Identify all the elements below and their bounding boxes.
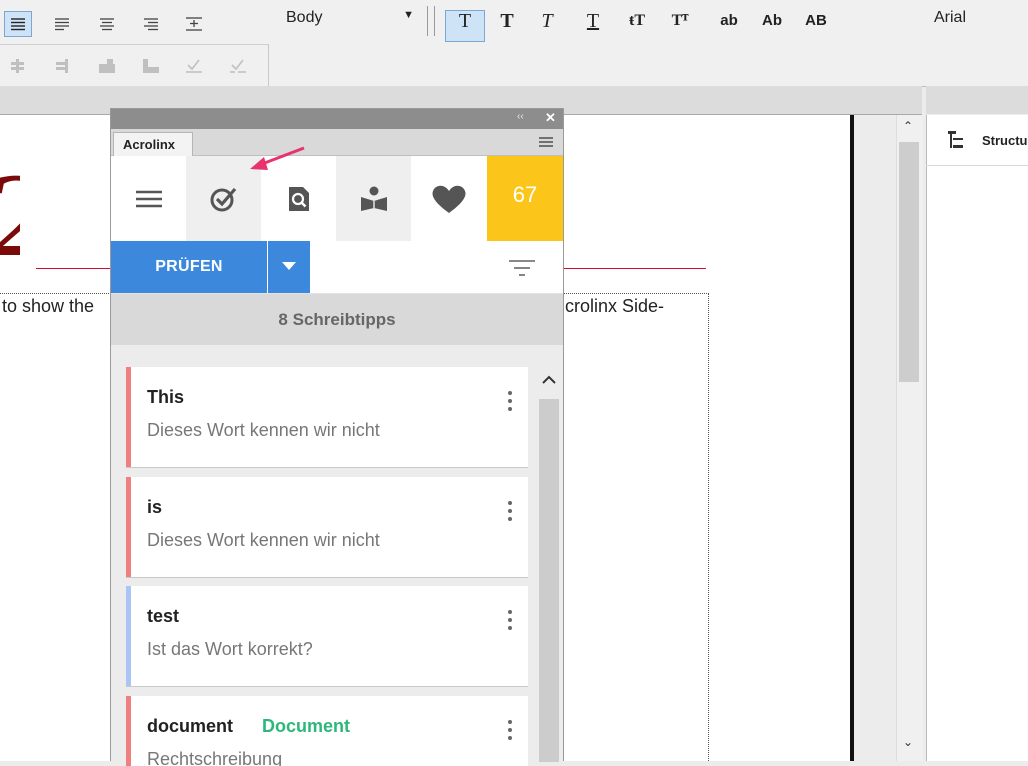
check-options-button[interactable] [268,241,310,293]
table-align-icon [4,53,32,79]
filter-icon[interactable] [509,259,535,280]
annotation-arrow-icon [250,146,305,170]
underline-button[interactable]: T [578,8,608,34]
tips-summary: 8 Schreibtipps [111,294,563,345]
cell-split-icon [137,53,165,79]
menu-icon [135,190,162,207]
tips-scrollbar-thumb[interactable] [539,399,559,762]
menu-button[interactable] [111,156,186,241]
tip-suggestion[interactable]: Document [262,716,350,737]
document-text[interactable]: crolinx Side- [565,296,664,317]
bold-button[interactable]: T [492,8,522,34]
acrolinx-icon-bar: 67 [111,156,563,241]
superscript-button[interactable]: Tᵀ [663,8,697,34]
lowercase-button[interactable]: ab [712,8,746,34]
font-family-select[interactable]: Arial [918,6,1028,30]
page-edge [850,115,854,761]
scroll-up-icon[interactable]: ⌃ [903,119,913,133]
collapse-icon[interactable]: ‹‹ [517,111,524,122]
score-badge[interactable]: 67 [487,156,563,241]
document-search-icon [288,186,309,211]
capitalize-button[interactable]: Ab [755,8,789,34]
divider [926,165,1028,166]
overline-button[interactable]: ŧT [620,8,654,34]
align-right-icon [144,18,158,31]
align-decimal-icon [186,17,202,31]
align-left-button[interactable] [4,11,32,37]
tip-description: Dieses Wort kennen wir nicht [147,530,380,550]
font-family-value: Arial [934,9,967,26]
structure-icon [948,131,963,148]
tip-title: test [147,606,180,626]
tip-card[interactable]: This Dieses Wort kennen wir nicht [126,367,528,467]
right-panel-header-strip [926,86,1028,114]
chevron-down-icon: ▼ [403,9,414,21]
reading-button[interactable] [336,156,411,241]
tip-card[interactable]: test Ist das Wort korrekt? [126,586,528,686]
checkmark-all-icon [224,53,252,79]
tip-description: Ist das Wort korrekt? [147,639,313,659]
paragraph-style-value: Body [286,9,323,26]
align-decimal-button[interactable] [180,11,208,37]
more-options-icon[interactable] [508,391,512,415]
heading-number-glyph: 2 [0,150,20,280]
document-scrollbar-thumb[interactable] [899,142,919,382]
paragraph-style-select[interactable]: Body ▼ [274,6,422,30]
scroll-down-icon[interactable]: ⌄ [903,735,913,749]
tip-title: This [147,387,185,407]
chevron-down-icon [282,262,296,270]
tip-title: document [147,716,234,736]
heading-rule [36,268,112,269]
checkmark-icon [210,187,236,211]
align-center-button[interactable] [93,11,121,37]
close-icon[interactable]: ✕ [545,110,556,126]
checkmark-underline-icon [180,53,208,79]
cell-merge-icon [93,53,121,79]
more-options-icon[interactable] [508,720,512,744]
structure-panel-title: Structu [982,133,1028,148]
favorites-button[interactable] [411,156,486,241]
check-action-row: PRÜFEN [111,241,563,294]
more-options-icon[interactable] [508,610,512,634]
align-justify-icon [55,18,69,31]
align-center-icon [100,18,114,31]
uppercase-button[interactable]: AB [798,8,834,34]
toolbar-separator [427,6,435,36]
check-button[interactable]: PRÜFEN [111,241,267,293]
scroll-up-icon[interactable] [542,375,556,384]
align-justify-button[interactable] [48,11,76,37]
heading-rule [563,268,706,269]
structure-panel: Structu [926,115,1028,761]
align-right-button[interactable] [137,11,165,37]
tip-title: is [147,497,163,517]
reading-icon [360,186,387,211]
italic-button[interactable]: T [532,8,562,34]
table-right-icon [48,53,76,79]
formatting-toolbar: Body ▼ T T T T ŧT Tᵀ ab Ab AB Arial [0,0,1028,87]
toolbar-separator [268,44,269,86]
tab-acrolinx[interactable]: Acrolinx [113,132,193,156]
panel-titlebar[interactable]: ‹‹ ✕ [111,109,563,129]
tip-description: Rechtschreibung [147,749,283,766]
panel-menu-icon[interactable] [539,135,553,150]
document-text[interactable]: to show the [2,296,94,317]
tip-card[interactable]: is Dieses Wort kennen wir nicht [126,477,528,577]
plain-text-label: T [458,10,472,32]
tip-description: Dieses Wort kennen wir nicht [147,420,380,440]
heart-icon [432,185,465,213]
secondary-toolbar-row [0,44,268,87]
tip-card[interactable]: document Document Rechtschreibung [126,696,528,766]
more-options-icon[interactable] [508,501,512,525]
align-left-icon [11,18,25,31]
acrolinx-panel: ‹‹ ✕ Acrolinx 67 PRÜFEN 8 Schreibtipps T… [110,108,564,766]
